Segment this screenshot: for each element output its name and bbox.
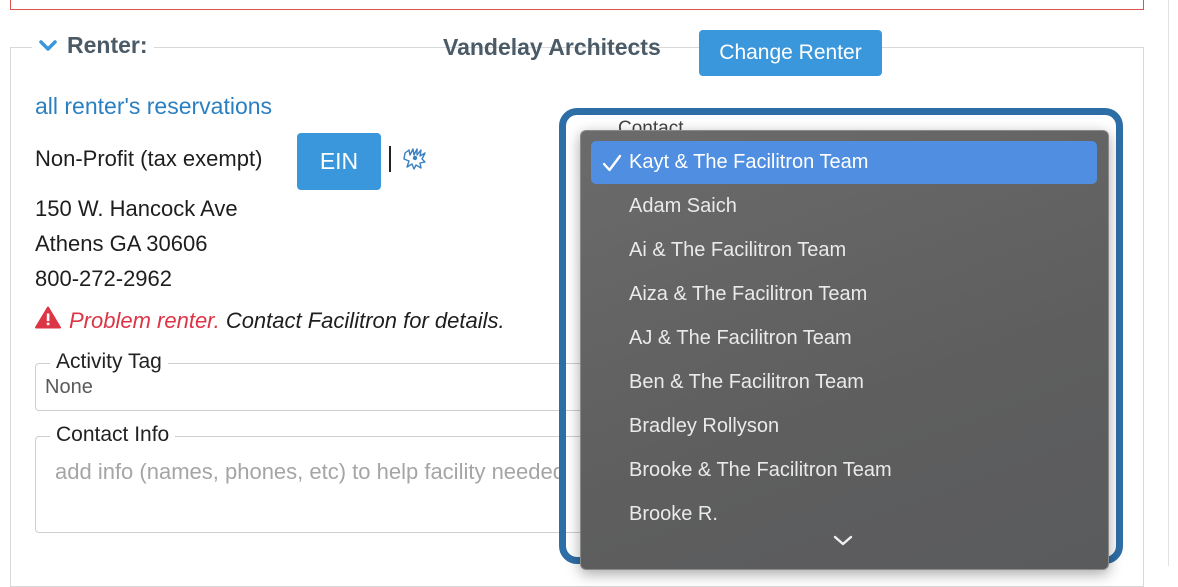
dropdown-option-label: Bradley Rollyson: [629, 415, 780, 437]
renter-section-header[interactable]: Renter:: [32, 32, 154, 59]
problem-renter-detail: Contact Facilitron for details.: [225, 307, 505, 333]
chevron-down-icon[interactable]: [831, 529, 855, 553]
dropdown-option[interactable]: Ben & The Facilitron Team: [591, 361, 1097, 404]
contact-info-field[interactable]: Contact Info add info (names, phones, et…: [35, 423, 595, 533]
activity-tag-label: Activity Tag: [50, 350, 168, 374]
dropdown-option[interactable]: AJ & The Facilitron Team: [591, 317, 1097, 360]
ein-button[interactable]: EIN: [297, 133, 381, 190]
renter-section-label: Renter:: [67, 32, 148, 58]
contact-dropdown-menu[interactable]: Kayt & The Facilitron Team Adam Saich Ai…: [580, 130, 1109, 570]
dropdown-option-label: Aiza & The Facilitron Team: [629, 283, 868, 305]
dropdown-option[interactable]: Adam Saich: [591, 185, 1097, 228]
dropdown-option[interactable]: Aiza & The Facilitron Team: [591, 273, 1097, 316]
problem-renter-label: Problem renter.: [69, 307, 220, 333]
page-divider: [1168, 0, 1169, 566]
dropdown-option-label: Kayt & The Facilitron Team: [629, 151, 869, 173]
dropdown-option-label: Brooke R.: [629, 503, 718, 525]
chevron-down-icon[interactable]: [38, 36, 58, 56]
irs-eagle-icon[interactable]: [402, 147, 428, 171]
all-reservations-link[interactable]: all renter's reservations: [35, 93, 272, 120]
dropdown-option-label: Ai & The Facilitron Team: [629, 239, 847, 261]
dropdown-option-label: Ben & The Facilitron Team: [629, 371, 864, 393]
address-line1: 150 W. Hancock Ave: [35, 196, 238, 221]
activity-tag-field[interactable]: Activity Tag None: [35, 350, 595, 411]
separator: [389, 146, 391, 172]
contact-info-placeholder[interactable]: add info (names, phones, etc) to help fa…: [55, 453, 590, 490]
dropdown-option[interactable]: Ai & The Facilitron Team: [591, 229, 1097, 272]
checkmark-icon: [602, 153, 622, 173]
dropdown-option-label: Adam Saich: [629, 195, 737, 217]
previous-section-box: [10, 0, 1144, 10]
phone-number: 800-272-2962: [35, 266, 173, 291]
tax-status: Non-Profit (tax exempt): [35, 146, 263, 171]
dropdown-option[interactable]: Bradley Rollyson: [591, 405, 1097, 448]
warning-triangle-icon: [35, 306, 61, 335]
activity-tag-value[interactable]: None: [45, 376, 93, 399]
dropdown-option-selected[interactable]: Kayt & The Facilitron Team: [591, 141, 1097, 184]
contact-info-label: Contact Info: [50, 423, 176, 447]
renter-name: Vandelay Architects: [443, 34, 661, 60]
dropdown-option[interactable]: Brooke & The Facilitron Team: [591, 449, 1097, 492]
problem-renter-alert: Problem renter. Contact Facilitron for d…: [35, 306, 505, 335]
dropdown-option-label: AJ & The Facilitron Team: [629, 327, 852, 349]
dropdown-option-label: Brooke & The Facilitron Team: [629, 459, 892, 481]
change-renter-button[interactable]: Change Renter: [699, 30, 882, 76]
address-line2: Athens GA 30606: [35, 231, 208, 256]
